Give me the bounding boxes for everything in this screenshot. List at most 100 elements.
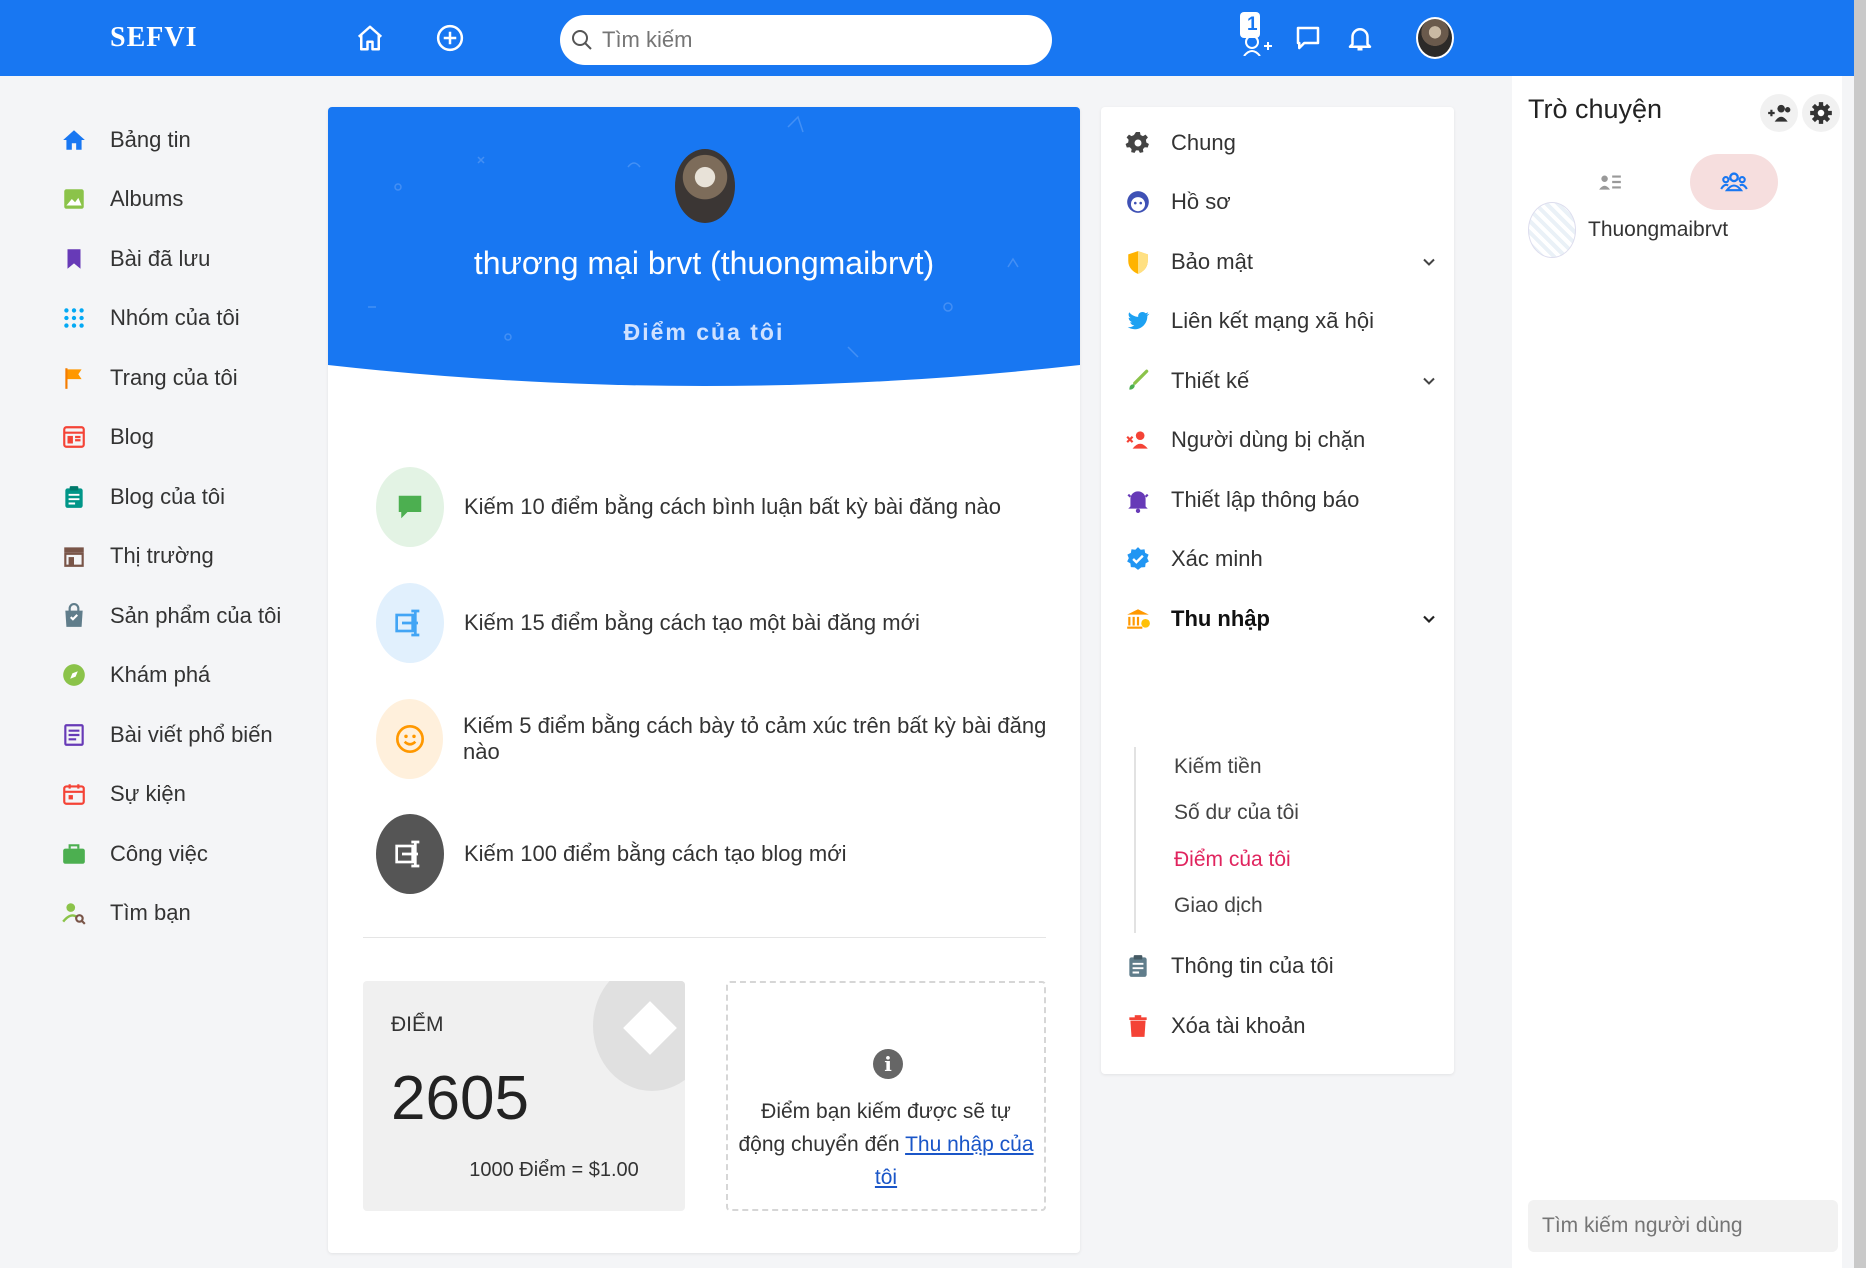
clipboard-icon [1121,949,1155,983]
friend-requests-badge: 1 [1247,14,1258,35]
user-avatar[interactable] [1416,17,1454,59]
settings-item-label: Bảo mật [1171,249,1253,274]
notifications-bell-icon[interactable] [1342,20,1378,56]
flag-icon [60,364,88,392]
image-icon [60,185,88,213]
add-circle-icon[interactable] [432,20,468,56]
article-icon [60,721,88,749]
comment-icon [376,467,444,547]
sidebar-item-label: Blog của tôi [110,483,225,509]
sidebar-item-label: Blog [110,424,155,450]
home-icon[interactable] [352,20,388,56]
add-group-icon[interactable] [1760,94,1798,132]
divider [363,937,1046,938]
sidebar-item-label: Khám phá [110,662,211,688]
bell-icon [1121,483,1155,517]
chat-user-name: Thuongmaibrvt [1588,218,1729,241]
settings-item-general[interactable]: Chung [1121,121,1439,165]
settings-item-label: Chung [1171,130,1236,155]
settings-item-label: Xác minh [1171,546,1263,571]
settings-item-blocked-users[interactable]: Người dùng bị chặn [1121,418,1439,462]
search-input[interactable] [602,27,1022,53]
sidebar-item-jobs[interactable]: Công việc [60,824,320,884]
profile-face-icon [1121,185,1155,219]
search-icon [572,30,592,50]
earn-rule-blog: Kiếm 100 điểm bằng cách tạo blog mới [376,814,847,894]
sidebar-item-events[interactable]: Sự kiện [60,765,320,825]
settings-item-notification-settings[interactable]: Thiết lập thông báo [1121,478,1439,522]
sidebar-item-popular-posts[interactable]: Bài viết phổ biến [60,705,320,765]
settings-item-verification[interactable]: Xác minh [1121,537,1439,581]
sidebar-item-blog[interactable]: Blog [60,408,320,468]
points-card: thương mại brvt (thuongmaibrvt) Điểm của… [328,107,1080,1253]
messages-icon[interactable] [1290,20,1326,56]
group-grid-icon [60,304,88,332]
settings-item-earnings[interactable]: Thu nhập [1121,597,1439,641]
sidebar-item-label: Trang của tôi [110,364,238,390]
settings-item-label: Thông tin của tôi [1171,953,1334,978]
sidebar-item-my-blog[interactable]: Blog của tôi [60,467,320,527]
app-logo[interactable]: SEFVI [110,22,197,54]
settings-item-label: Thu nhập [1171,606,1270,631]
chat-title: Trò chuyện [1528,94,1663,124]
earn-rule-reaction: Kiếm 5 điểm bằng cách bày tỏ cảm xúc trê… [376,699,1080,779]
settings-item-profile[interactable]: Hồ sơ [1121,180,1439,224]
earn-rule-text: Kiếm 5 điểm bằng cách bày tỏ cảm xúc trê… [463,713,1047,764]
sidebar-item-marketplace[interactable]: Thị trường [60,527,320,587]
trash-icon [1121,1009,1155,1043]
submenu-item-my-points[interactable]: Điểm của tôi [1174,848,1291,872]
settings-item-label: Xóa tài khoản [1171,1013,1306,1038]
submenu-item-monetization[interactable]: Kiếm tiền [1174,755,1262,779]
sidebar-item-saved-posts[interactable]: Bài đã lưu [60,229,320,289]
sidebar-item-my-pages[interactable]: Trang của tôi [60,348,320,408]
chat-search-input[interactable] [1542,1214,1832,1238]
bank-icon [1121,602,1155,636]
settings-item-design[interactable]: Thiết kế [1121,359,1439,403]
blocked-user-icon [1121,423,1155,457]
chat-user-avatar [1528,202,1576,258]
sidebar-item-label: Nhóm của tôi [110,305,240,331]
profile-name: thương mại brvt (thuongmaibrvt) [473,245,935,281]
sidebar-item-news-feed[interactable]: Bảng tin [60,110,320,170]
bookmark-icon [60,245,88,273]
sidebar-item-albums[interactable]: Albums [60,170,320,230]
sidebar-item-label: Bài viết phổ biến [110,721,273,747]
shopping-bag-icon [60,602,88,630]
earn-rule-text: Kiếm 100 điểm bằng cách tạo blog mới [464,841,847,866]
sidebar-item-label: Công việc [110,840,208,866]
submenu-item-my-balance[interactable]: Số dư của tôi [1174,801,1299,825]
settings-item-social-links[interactable]: Liên kết mạng xã hội [1121,299,1439,343]
chat-panel: Trò chuyện Thuongmaibrvt [1512,76,1842,1268]
chevron-down-icon [1423,615,1435,624]
gear-icon[interactable] [1802,94,1840,132]
shield-icon [1121,245,1155,279]
page-scrollbar[interactable] [1854,0,1866,1268]
settings-item-my-information[interactable]: Thông tin của tôi [1121,944,1439,988]
sidebar-item-label: Thị trường [110,543,214,569]
sidebar-item-label: Albums [110,186,184,212]
briefcase-icon [60,840,88,868]
profile-avatar[interactable] [675,149,735,223]
earn-rule-comment: Kiếm 10 điểm bằng cách bình luận bất kỳ … [376,467,1001,547]
chat-user-item[interactable]: Thuongmaibrvt [1528,202,1728,258]
home-icon [60,126,88,154]
sidebar-item-label: Sản phẩm của tôi [110,602,282,628]
friend-requests-icon[interactable]: 1 [1234,12,1274,56]
contact-list-icon [1599,175,1621,190]
sidebar-item-my-products[interactable]: Sản phẩm của tôi [60,586,320,646]
settings-item-label: Hồ sơ [1171,189,1231,214]
points-rate: 1000 Điểm = $1.00 [469,1159,639,1181]
find-friend-icon [60,899,88,927]
settings-item-delete-account[interactable]: Xóa tài khoản [1121,1004,1439,1048]
chat-search-bar[interactable] [1528,1200,1838,1252]
settings-item-security[interactable]: Bảo mật [1121,240,1439,284]
submenu-line [1134,747,1136,933]
sidebar-item-explore[interactable]: Khám phá [60,646,320,706]
earn-rule-post: Kiếm 15 điểm bằng cách tạo một bài đăng … [376,583,920,663]
twitter-icon [1121,304,1155,338]
sidebar-item-find-friends[interactable]: Tìm bạn [60,884,320,944]
earn-rule-text: Kiếm 10 điểm bằng cách bình luận bất kỳ … [464,494,1001,519]
sidebar-item-my-groups[interactable]: Nhóm của tôi [60,289,320,349]
search-bar[interactable] [560,15,1052,65]
submenu-item-transactions[interactable]: Giao dịch [1174,894,1263,918]
